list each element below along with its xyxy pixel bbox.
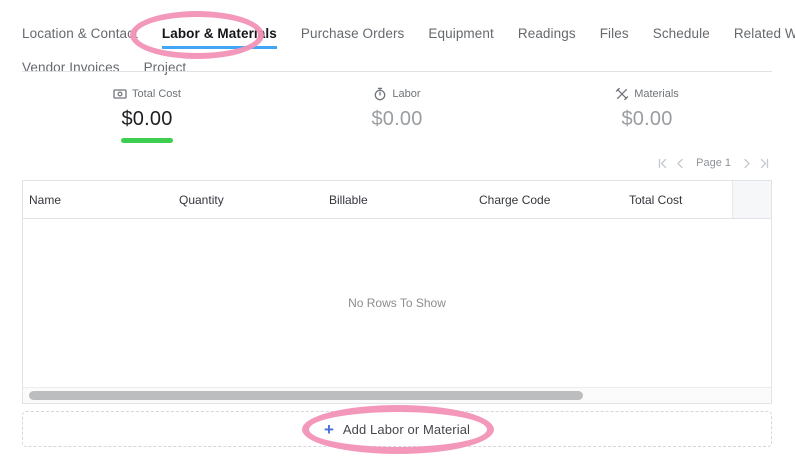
pagination: Page 1 xyxy=(22,157,770,169)
tab-equipment[interactable]: Equipment xyxy=(428,26,493,49)
previous-page-icon[interactable] xyxy=(675,158,686,169)
tab-files[interactable]: Files xyxy=(600,26,629,49)
materials-label-row: Materials xyxy=(615,87,679,101)
summary-card-materials: Materials $0.00 xyxy=(522,87,772,143)
tabbar-divider xyxy=(22,71,772,72)
column-header-name[interactable]: Name xyxy=(23,181,173,218)
column-header-total-cost[interactable]: Total Cost xyxy=(623,181,732,218)
tools-icon xyxy=(615,87,629,101)
timer-icon xyxy=(373,87,387,101)
table-header-row: Name Quantity Billable Charge Code Total… xyxy=(23,181,771,219)
horizontal-scrollbar-thumb[interactable] xyxy=(29,391,583,400)
column-header-quantity[interactable]: Quantity xyxy=(173,181,323,218)
add-button-label: Add Labor or Material xyxy=(343,422,470,437)
tab-schedule[interactable]: Schedule xyxy=(653,26,710,49)
money-icon xyxy=(113,87,127,101)
tab-labor-materials[interactable]: Labor & Materials xyxy=(162,26,277,49)
tab-bar: Location & Contact Labor & Materials Pur… xyxy=(22,26,774,83)
header-spacer xyxy=(732,181,771,218)
table-body: No Rows To Show xyxy=(23,219,771,387)
labor-value: $0.00 xyxy=(371,108,422,131)
tab-location-contact[interactable]: Location & Contact xyxy=(22,26,138,49)
tab-related-work[interactable]: Related Work xyxy=(734,26,795,49)
column-header-billable[interactable]: Billable xyxy=(323,181,473,218)
total-cost-highlight-bar xyxy=(121,138,173,143)
labor-label-row: Labor xyxy=(373,87,420,101)
summary-card-total-cost: Total Cost $0.00 xyxy=(22,87,272,143)
cost-summary: Total Cost $0.00 Labor $0.00 xyxy=(22,87,772,143)
next-page-icon[interactable] xyxy=(741,158,752,169)
first-page-icon[interactable] xyxy=(657,158,668,169)
add-row-zone: + Add Labor or Material xyxy=(22,411,772,447)
total-cost-value: $0.00 xyxy=(121,108,172,131)
total-cost-label-row: Total Cost xyxy=(113,87,181,101)
labor-label: Labor xyxy=(392,88,420,100)
empty-rows-message: No Rows To Show xyxy=(348,296,446,310)
materials-label: Materials xyxy=(634,88,679,100)
add-labor-or-material-button[interactable]: + Add Labor or Material xyxy=(324,421,470,438)
page-indicator: Page 1 xyxy=(696,157,731,169)
labor-materials-table: Name Quantity Billable Charge Code Total… xyxy=(22,180,772,404)
tab-row-1: Location & Contact Labor & Materials Pur… xyxy=(22,26,774,49)
tab-readings[interactable]: Readings xyxy=(518,26,576,49)
summary-card-labor: Labor $0.00 xyxy=(272,87,522,143)
materials-value: $0.00 xyxy=(621,108,672,131)
plus-icon: + xyxy=(324,421,334,438)
last-page-icon[interactable] xyxy=(759,158,770,169)
total-cost-label: Total Cost xyxy=(132,88,181,100)
horizontal-scrollbar xyxy=(23,387,771,403)
tab-purchase-orders[interactable]: Purchase Orders xyxy=(301,26,405,49)
column-header-charge-code[interactable]: Charge Code xyxy=(473,181,623,218)
